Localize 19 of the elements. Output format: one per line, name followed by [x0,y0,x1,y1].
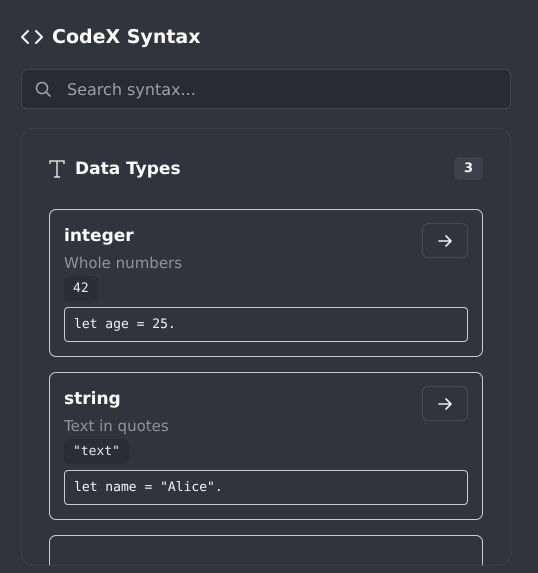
app-title: CodeX Syntax [52,26,201,48]
item-description: Text in quotes [64,417,169,435]
code-icon [21,30,43,44]
search-field[interactable]: Search syntax... [21,69,511,109]
count-badge: 3 [454,157,483,180]
code-example: let age = 25. [64,307,468,342]
item-name: string [64,389,122,409]
example-value: "text" [64,439,129,464]
code-example: let name = "Alice". [64,470,468,505]
open-button[interactable] [422,386,468,421]
arrow-right-icon [438,396,452,410]
section-title: Data Types [75,158,182,178]
item-description: Whole numbers [64,254,182,272]
arrow-right-icon [438,234,452,248]
open-button[interactable] [422,223,468,258]
item-name: integer [64,226,135,246]
text-type-icon [49,160,65,178]
example-value: 42 [64,276,98,301]
search-icon [35,81,51,97]
